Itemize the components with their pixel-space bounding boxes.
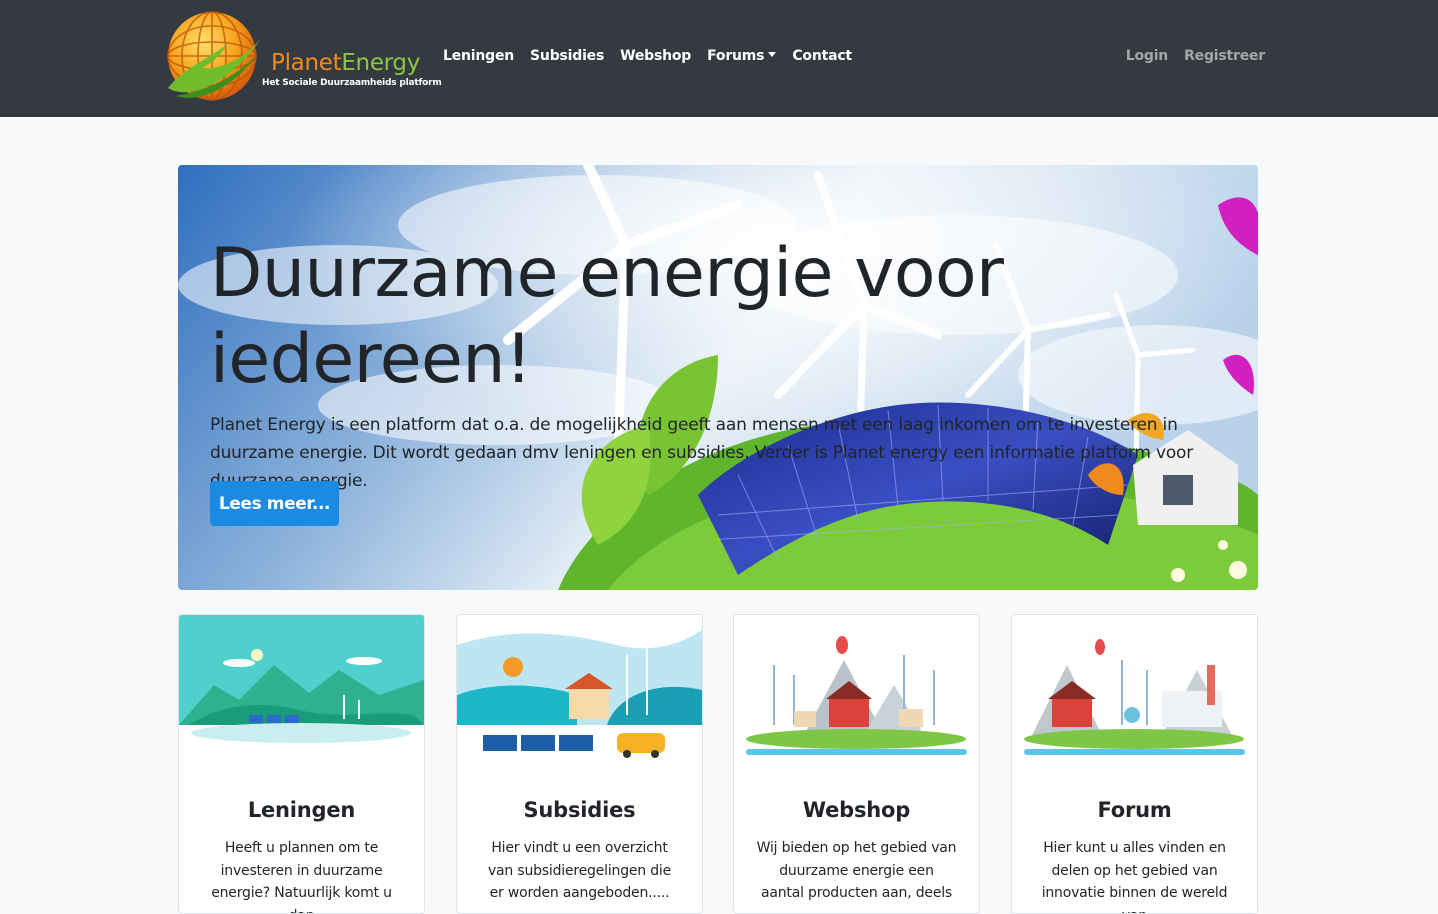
login-link[interactable]: Login — [1126, 48, 1169, 64]
card-webshop[interactable]: Webshop Wij bieden op het gebied van duu… — [733, 614, 980, 914]
card-leningen[interactable]: Leningen Heeft u plannen om te investere… — [178, 614, 425, 914]
register-link[interactable]: Registreer — [1184, 48, 1265, 64]
card-title: Leningen — [247, 798, 356, 822]
navbar: PlanetEnergy Het Sociale Duurzaamheids p… — [0, 0, 1438, 117]
globe-logo-icon — [167, 11, 260, 101]
brand-name: PlanetEnergy — [271, 50, 421, 76]
card-forum[interactable]: Forum Hier kunt u alles vinden en delen … — [1011, 614, 1258, 914]
card-title: Forum — [1097, 798, 1172, 822]
subsidies-illustration — [457, 615, 702, 775]
nav-leningen[interactable]: Leningen — [443, 48, 514, 64]
leningen-illustration — [179, 615, 424, 775]
webshop-illustration — [734, 615, 979, 775]
card-title: Subsidies — [523, 798, 636, 822]
caret-down-icon — [768, 52, 777, 57]
card-text: Hier kunt u alles vinden en delen op het… — [1041, 840, 1228, 913]
card-title: Webshop — [802, 798, 911, 822]
forum-illustration — [1012, 615, 1257, 775]
read-more-button[interactable]: Lees meer... — [210, 481, 339, 526]
main-nav: Leningen Subsidies Webshop Forums Contac… — [443, 48, 852, 64]
nav-webshop[interactable]: Webshop — [620, 48, 691, 64]
card-text: Hier vindt u een overzicht van subsidier… — [487, 840, 672, 901]
card-text: Wij bieden op het gebied van duurzame en… — [756, 840, 957, 901]
brand-logo-link[interactable]: PlanetEnergy Het Sociale Duurzaamheids p… — [162, 10, 442, 106]
hero-description: Planet Energy is een platform dat o.a. d… — [210, 415, 1194, 491]
nav-forums-label: Forums — [707, 48, 765, 64]
account-nav: Login Registreer — [1126, 48, 1265, 64]
hero-jumbotron: Duurzame energie voor iedereen! Planet E… — [178, 165, 1258, 590]
hero-title: Duurzame energie voor iedereen! — [210, 234, 1004, 399]
card-subsidies[interactable]: Subsidies Hier vindt u een overzicht van… — [456, 614, 703, 914]
nav-forums-dropdown[interactable]: Forums — [707, 48, 777, 64]
nav-subsidies[interactable]: Subsidies — [530, 48, 604, 64]
card-text: Heeft u plannen om te investeren in duur… — [211, 840, 392, 913]
nav-contact[interactable]: Contact — [792, 48, 852, 64]
brand-tagline: Het Sociale Duurzaamheids platform — [262, 78, 442, 88]
